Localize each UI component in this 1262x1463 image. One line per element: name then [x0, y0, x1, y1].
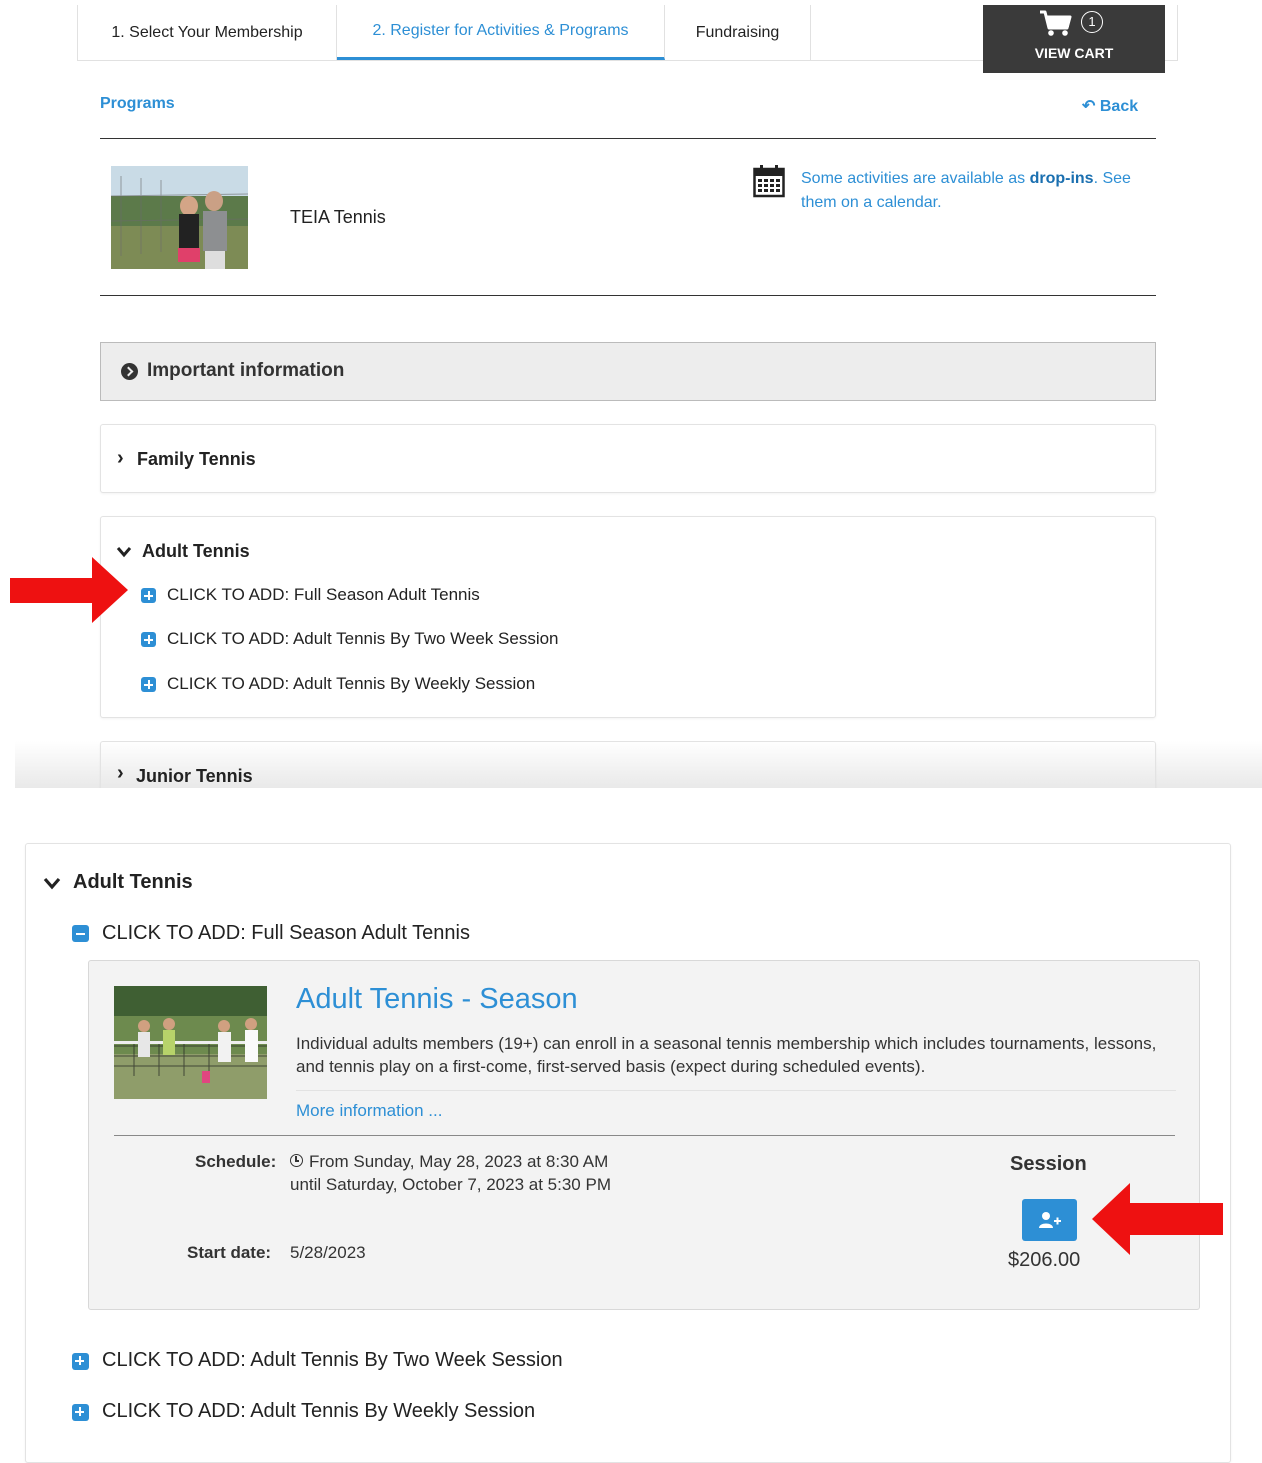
plus-square-icon[interactable] — [141, 588, 156, 603]
dropin-text: . See — [1093, 170, 1131, 187]
adult-tennis-panel: Adult Tennis CLICK TO ADD: Full Season A… — [100, 516, 1156, 718]
red-arrow-left-annotation — [1092, 1183, 1223, 1255]
user-plus-icon — [1039, 1212, 1061, 1228]
divider — [100, 138, 1156, 139]
program-photo — [111, 166, 248, 269]
chevron-down-icon[interactable] — [43, 877, 61, 890]
adult-tennis-label[interactable]: Adult Tennis — [142, 541, 250, 562]
session-label: Session — [1010, 1153, 1087, 1175]
add-two-week-item[interactable]: CLICK TO ADD: Adult Tennis By Two Week S… — [167, 629, 559, 649]
family-tennis-panel[interactable]: › Family Tennis — [100, 424, 1156, 493]
add-full-season-item[interactable]: CLICK TO ADD: Full Season Adult Tennis — [167, 585, 480, 605]
activity-title: Adult Tennis - Season — [296, 983, 578, 1015]
chevron-right-icon: › — [117, 447, 124, 469]
junior-tennis-panel[interactable]: › Junior Tennis — [100, 741, 1156, 788]
activity-photo — [114, 986, 267, 1099]
divider — [114, 1135, 1175, 1136]
program-name: TEIA Tennis — [290, 207, 386, 227]
more-information-link[interactable]: More information ... — [296, 1101, 442, 1121]
session-price: $206.00 — [1008, 1249, 1081, 1271]
tab-select-membership[interactable]: 1. Select Your Membership — [78, 5, 337, 60]
add-weekly-item[interactable]: CLICK TO ADD: Adult Tennis By Weekly Ses… — [167, 674, 535, 694]
cart-icon — [1040, 10, 1072, 36]
important-info-panel[interactable]: Important information — [100, 342, 1156, 401]
dropin-calendar-link[interactable]: Some activities are available as drop-in… — [801, 167, 1156, 215]
tab-fundraising[interactable]: Fundraising — [665, 5, 811, 60]
junior-tennis-fade: › Junior Tennis — [15, 741, 1262, 788]
view-cart-button[interactable]: 1 VIEW CART — [983, 5, 1165, 73]
full-season-item-label[interactable]: CLICK TO ADD: Full Season Adult Tennis — [102, 922, 470, 945]
add-two-week-item[interactable]: CLICK TO ADD: Adult Tennis By Two Week S… — [102, 1349, 563, 1372]
back-link[interactable]: ↶ Back — [1082, 96, 1138, 116]
dropin-bold: drop-ins — [1029, 170, 1094, 187]
schedule-label: Schedule: — [195, 1152, 277, 1171]
tab-register-activities[interactable]: 2. Register for Activities & Programs — [337, 5, 665, 60]
cart-count-badge: 1 — [1081, 11, 1103, 33]
dropin-text: Some activities are available as — [801, 170, 1030, 187]
add-weekly-item[interactable]: CLICK TO ADD: Adult Tennis By Weekly Ses… — [102, 1400, 535, 1423]
chevron-right-icon: › — [117, 762, 124, 784]
junior-tennis-label: Junior Tennis — [136, 766, 253, 786]
breadcrumb-programs[interactable]: Programs — [100, 95, 175, 113]
schedule-end: until Saturday, October 7, 2023 at 5:30 … — [290, 1175, 611, 1194]
divider — [296, 1090, 1176, 1091]
plus-square-icon[interactable] — [141, 677, 156, 692]
adult-tennis-label[interactable]: Adult Tennis — [73, 871, 193, 894]
calendar-icon[interactable] — [753, 164, 785, 198]
schedule-start: From Sunday, May 28, 2023 at 8:30 AM — [309, 1152, 609, 1171]
reply-icon: ↶ — [1082, 98, 1096, 115]
tab-label: Fundraising — [695, 23, 780, 41]
start-date-value: 5/28/2023 — [290, 1243, 366, 1262]
family-tennis-label: Family Tennis — [137, 449, 256, 469]
tab-label: 2. Register for Activities & Programs — [372, 22, 629, 39]
plus-square-icon[interactable] — [141, 632, 156, 647]
plus-square-icon[interactable] — [72, 1353, 89, 1370]
plus-square-icon[interactable] — [72, 1404, 89, 1421]
important-info-label: Important information — [147, 360, 345, 381]
red-arrow-right-annotation — [10, 557, 128, 623]
chevron-circle-icon — [121, 363, 138, 380]
adult-tennis-expanded-panel: Adult Tennis CLICK TO ADD: Full Season A… — [25, 843, 1231, 1463]
clock-icon — [290, 1154, 303, 1167]
minus-square-icon[interactable] — [72, 925, 89, 942]
add-participant-button[interactable] — [1022, 1199, 1077, 1241]
activity-card: Adult Tennis - Season Individual adults … — [88, 960, 1200, 1310]
start-date-label: Start date: — [187, 1243, 272, 1262]
tab-label: 1. Select Your Membership — [111, 23, 303, 41]
dropin-text: them on a calendar. — [801, 194, 942, 211]
view-cart-label: VIEW CART — [1034, 45, 1114, 61]
back-label: Back — [1099, 98, 1139, 115]
divider — [100, 295, 1156, 296]
activity-description: Individual adults members (19+) can enro… — [296, 1034, 1157, 1076]
